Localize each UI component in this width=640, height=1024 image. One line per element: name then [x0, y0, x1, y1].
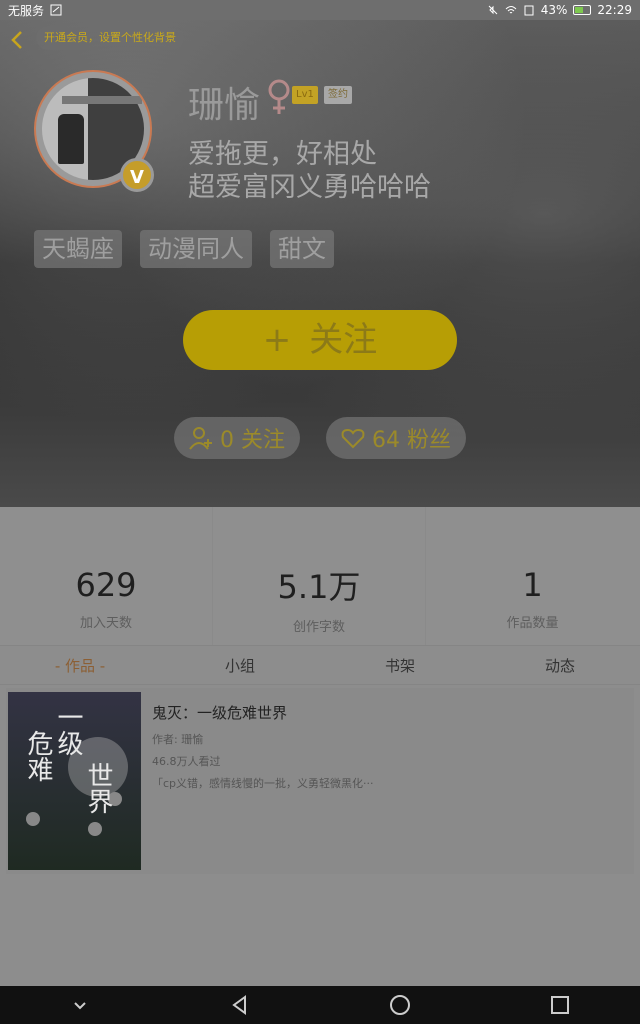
cover-title: 危难 — [23, 730, 53, 782]
follow-button[interactable]: + 关注 — [183, 310, 457, 370]
stat-value: 629 — [75, 565, 137, 604]
chevron-down-icon[interactable] — [68, 993, 92, 1017]
tag-item[interactable]: 动漫同人 — [140, 230, 252, 268]
cover-title: 世界 — [83, 762, 113, 814]
book-author: 作者: 珊愉 — [152, 733, 204, 746]
profile-stats: 629 加入天数 5.1万 创作字数 1 作品数量 — [0, 507, 640, 645]
vip-background-prompt[interactable]: 开通会员，设置个性化背景 — [36, 26, 184, 50]
book-excerpt: 「cp义错，感情线慢的一批，义勇轻微黑化··· — [152, 777, 374, 790]
mute-icon — [488, 5, 498, 15]
book-cover: 一级 危难 世界 — [8, 692, 141, 870]
fans-count: 64 粉丝 — [372, 428, 451, 453]
user-plus-icon — [189, 427, 212, 450]
cover-flower — [88, 822, 102, 836]
recents-square-icon[interactable] — [548, 993, 572, 1017]
back-triangle-icon[interactable] — [228, 993, 252, 1017]
cover-flower — [26, 812, 40, 826]
stat-label: 加入天数 — [79, 615, 132, 631]
system-nav-bar — [0, 986, 640, 1024]
tag-list: 天蝎座 动漫同人 甜文 — [34, 230, 334, 268]
level-badge: Lv1 — [292, 86, 318, 104]
book-info: 鬼灭：一级危难世界 作者: 珊愉 46.8万人看过 「cp义错，感情线慢的一批，… — [152, 698, 622, 791]
stat-value: 1 — [522, 565, 543, 604]
tab-bookshelf[interactable]: 书架 — [320, 646, 480, 684]
following-count: 0 关注 — [220, 428, 285, 453]
status-bar: 无服务 43% 22:29 — [0, 0, 640, 20]
stat-value: 5.1万 — [277, 567, 361, 606]
book-title: 鬼灭：一级危难世界 — [152, 704, 288, 722]
female-gender-icon — [268, 79, 290, 114]
stat-word-count: 5.1万 创作字数 — [213, 507, 426, 645]
tag-item[interactable]: 天蝎座 — [34, 230, 122, 268]
heart-icon — [341, 428, 365, 449]
stat-label: 创作字数 — [292, 619, 345, 635]
bio: 爱拖更，好相处 超爱富冈义勇哈哈哈 — [188, 138, 431, 204]
battery-icon — [573, 5, 592, 15]
stat-work-count: 1 作品数量 — [426, 507, 639, 645]
following-count-button[interactable]: 0 关注 — [174, 417, 300, 459]
stat-join-days: 629 加入天数 — [0, 507, 213, 645]
avatar-caption-strip — [62, 96, 142, 104]
tab-activity[interactable]: 动态 — [480, 646, 640, 684]
avatar-person-figure — [58, 114, 84, 164]
follow-button-label: 关注 — [309, 320, 378, 360]
profile-tabs: - 作品 - 小组 书架 动态 — [0, 645, 640, 685]
plus-icon: + — [262, 320, 292, 360]
battery-percent: 43% — [540, 3, 568, 17]
book-views: 46.8万人看过 — [152, 755, 221, 768]
tab-groups[interactable]: 小组 — [160, 646, 320, 684]
tab-works[interactable]: - 作品 - — [0, 646, 160, 684]
username: 珊愉 — [188, 85, 261, 126]
sim-icon — [50, 4, 62, 16]
carrier-text: 无服务 — [8, 3, 45, 18]
stat-label: 作品数量 — [506, 615, 559, 631]
clock: 22:29 — [597, 3, 632, 17]
profile-header: 开通会员，设置个性化背景 V 珊愉 Lv1 签约 爱拖更，好相处 超爱富冈义勇哈… — [0, 20, 640, 507]
bio-line-1: 爱拖更，好相处 — [188, 139, 377, 170]
bio-line-2: 超爱富冈义勇哈哈哈 — [188, 172, 431, 203]
back-arrow-icon[interactable] — [6, 28, 30, 52]
verified-badge-icon: V — [120, 158, 154, 192]
home-circle-icon[interactable] — [388, 993, 412, 1017]
battery-saver-icon — [524, 5, 534, 16]
tag-item[interactable]: 甜文 — [270, 230, 334, 268]
list-item[interactable]: 一级 危难 世界 鬼灭：一级危难世界 作者: 珊愉 46.8万人看过 「cp义错… — [6, 688, 634, 874]
wifi-icon — [505, 6, 517, 14]
fans-count-button[interactable]: 64 粉丝 — [326, 417, 466, 459]
signed-badge: 签约 — [324, 86, 352, 104]
